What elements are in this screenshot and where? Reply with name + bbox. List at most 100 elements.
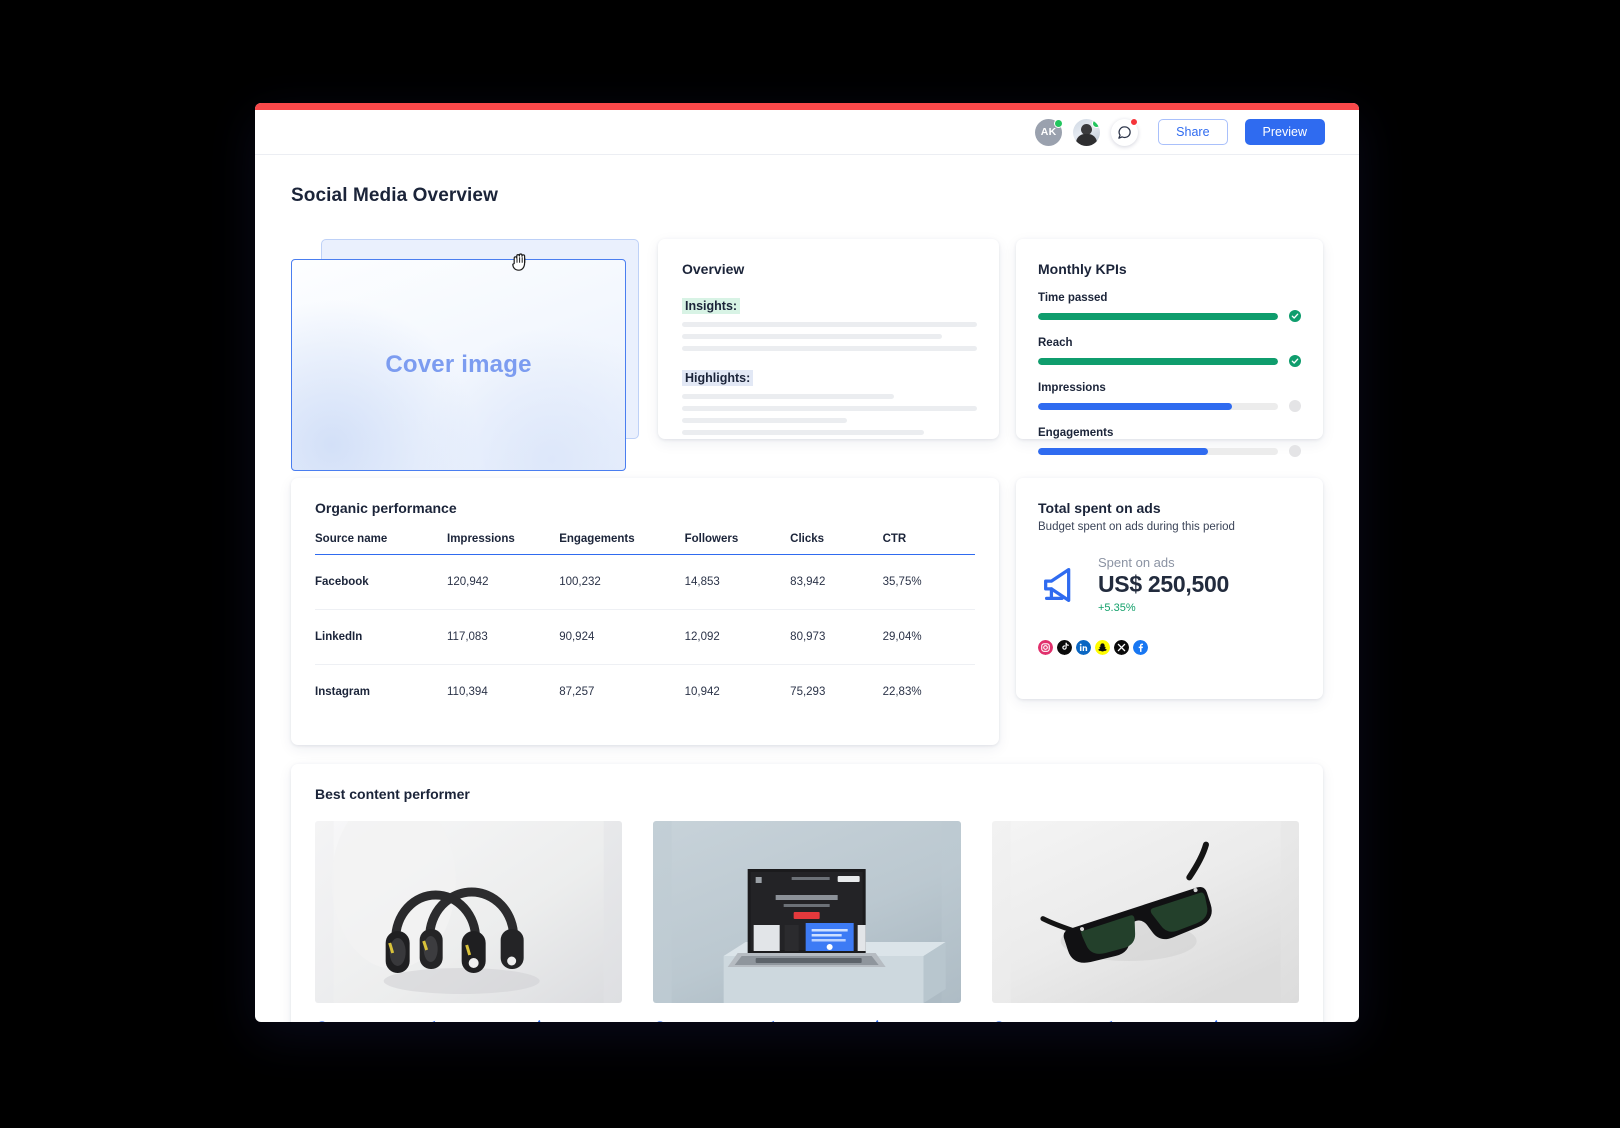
highlights-placeholder-lines (682, 394, 977, 435)
avatar-initials: AK (1040, 126, 1057, 138)
cell-engagements: 100,232 (559, 554, 685, 610)
kpi-progress-fill (1038, 447, 1209, 455)
column-header: Followers (684, 533, 791, 555)
x-twitter-icon[interactable] (1114, 640, 1129, 655)
preview-button[interactable]: Preview (1244, 119, 1325, 145)
spent-on-ads-label: Spent on ads (1098, 555, 1175, 570)
send-arrow-icon (1109, 1020, 1113, 1022)
table-row: Facebook 120,942 100,232 14,853 83,942 3… (315, 554, 975, 610)
insights-label: Insights: (682, 298, 741, 314)
metric-likes (870, 1019, 960, 1022)
cell-source: LinkedIn (315, 609, 447, 665)
check-circle-icon (1289, 310, 1301, 322)
instagram-icon[interactable] (1038, 640, 1053, 655)
thumbs-up-icon (1214, 1020, 1217, 1022)
insights-placeholder-lines (682, 322, 977, 351)
row-top: Cover image Overview Insights: Highlight… (291, 239, 1323, 471)
row-bottom: Best content performer (291, 764, 1323, 1022)
kpi-progress-track (1038, 447, 1278, 455)
table-header-row: Source name Impressions Engagements Foll… (315, 533, 975, 555)
kpi-progress-fill (1038, 402, 1233, 410)
empty-circle-icon (1289, 400, 1301, 412)
overview-card: Overview Insights: Highlights: (658, 239, 999, 439)
monthly-kpis-title: Monthly KPIs (1038, 261, 1127, 277)
comment-icon[interactable] (1111, 117, 1139, 146)
metric-likes (532, 1019, 622, 1022)
cell-ctr: 35,75% (882, 554, 975, 610)
send-arrow-icon (432, 1020, 436, 1022)
metric-views (315, 1019, 405, 1022)
content-item[interactable] (991, 821, 1299, 1022)
eye-icon (657, 1021, 664, 1022)
best-content-performer-title: Best content performer (315, 786, 470, 802)
table-row: Instagram 110,394 87,257 10,942 75,293 2… (315, 665, 975, 720)
headphones-illustration (331, 821, 604, 1003)
page-title: Social Media Overview (291, 185, 498, 206)
share-button[interactable]: Share (1158, 119, 1228, 145)
cell-followers: 12,092 (684, 609, 791, 665)
content-item[interactable] (653, 821, 961, 1022)
content-metrics (992, 1019, 1299, 1022)
sunglasses-product-photo[interactable] (991, 821, 1299, 1003)
headphones-product-photo[interactable] (315, 821, 623, 1003)
avatar-body-shape (1076, 133, 1098, 146)
organic-performance-card: Organic performance Source name Impressi… (291, 478, 999, 745)
cell-impressions: 120,942 (447, 554, 560, 610)
kpi-progress-fill (1038, 357, 1278, 365)
avatar[interactable] (1073, 118, 1101, 146)
facebook-icon[interactable] (1133, 640, 1148, 655)
cell-source: Facebook (315, 554, 447, 610)
cover-image-widget[interactable]: Cover image (291, 239, 641, 471)
kpi-progress-track (1038, 357, 1278, 365)
laptop-illustration (671, 821, 946, 1003)
spent-on-ads-delta: +5.35% (1098, 602, 1136, 614)
eye-icon (995, 1021, 1002, 1022)
app-topbar: AK Share Preview (255, 110, 1359, 155)
ads-subtitle: Budget spent on ads during this period (1038, 521, 1235, 533)
cell-impressions: 110,394 (447, 686, 488, 698)
tiktok-icon[interactable] (1057, 640, 1072, 655)
organic-performance-table: Source name Impressions Engagements Foll… (315, 533, 975, 719)
check-circle-icon (1289, 355, 1301, 367)
kpi-progress-fill (1038, 312, 1278, 320)
total-spent-on-ads-card: Total spent on ads Budget spent on ads d… (1016, 478, 1323, 699)
laptop-website-photo[interactable] (653, 821, 961, 1003)
online-status-dot (1054, 118, 1064, 128)
best-content-performer-card: Best content performer (291, 764, 1323, 1022)
kpi-row: Engagements (1038, 427, 1301, 457)
spent-on-ads-value: US$ 250,500 (1098, 571, 1229, 597)
row-middle: Organic performance Source name Impressi… (291, 478, 1323, 745)
cell-followers: 14,853 (684, 554, 791, 610)
cell-engagements: 87,257 (559, 686, 595, 698)
cell-ctr: 29,04% (882, 609, 975, 665)
column-header: Impressions (447, 533, 560, 555)
monthly-kpis-card: Monthly KPIs Time passed Reach Impressio… (1016, 239, 1323, 457)
cell-followers: 10,942 (684, 686, 720, 698)
ads-title: Total spent on ads (1038, 500, 1161, 516)
cell-engagements: 90,924 (559, 609, 685, 665)
snapchat-icon[interactable] (1095, 640, 1110, 655)
metric-shares (762, 1019, 852, 1022)
highlights-label: Highlights: (682, 370, 754, 386)
metric-likes (1209, 1019, 1299, 1022)
cell-clicks: 80,973 (790, 609, 883, 665)
kpi-label: Reach (1038, 337, 1073, 349)
kpi-label: Impressions (1038, 382, 1106, 394)
cell-clicks: 83,942 (790, 554, 883, 610)
column-header: Source name (315, 533, 447, 555)
column-header: CTR (882, 533, 975, 555)
cover-image-placeholder[interactable]: Cover image (291, 259, 626, 471)
metric-shares (1100, 1019, 1190, 1022)
kpi-progress-track (1038, 312, 1278, 320)
send-arrow-icon (771, 1020, 775, 1022)
report-canvas: Social Media Overview Cover image Overvi… (255, 155, 1359, 1022)
column-header: Clicks (790, 533, 883, 555)
cell-clicks: 75,293 (790, 686, 826, 698)
linkedin-icon[interactable] (1076, 640, 1091, 655)
social-network-icons (1038, 640, 1301, 655)
megaphone-icon (1044, 567, 1071, 602)
avatar[interactable]: AK (1035, 118, 1064, 146)
cover-image-label: Cover image (385, 351, 532, 378)
content-item[interactable] (315, 821, 623, 1022)
avatar-head-shape (1081, 123, 1093, 135)
